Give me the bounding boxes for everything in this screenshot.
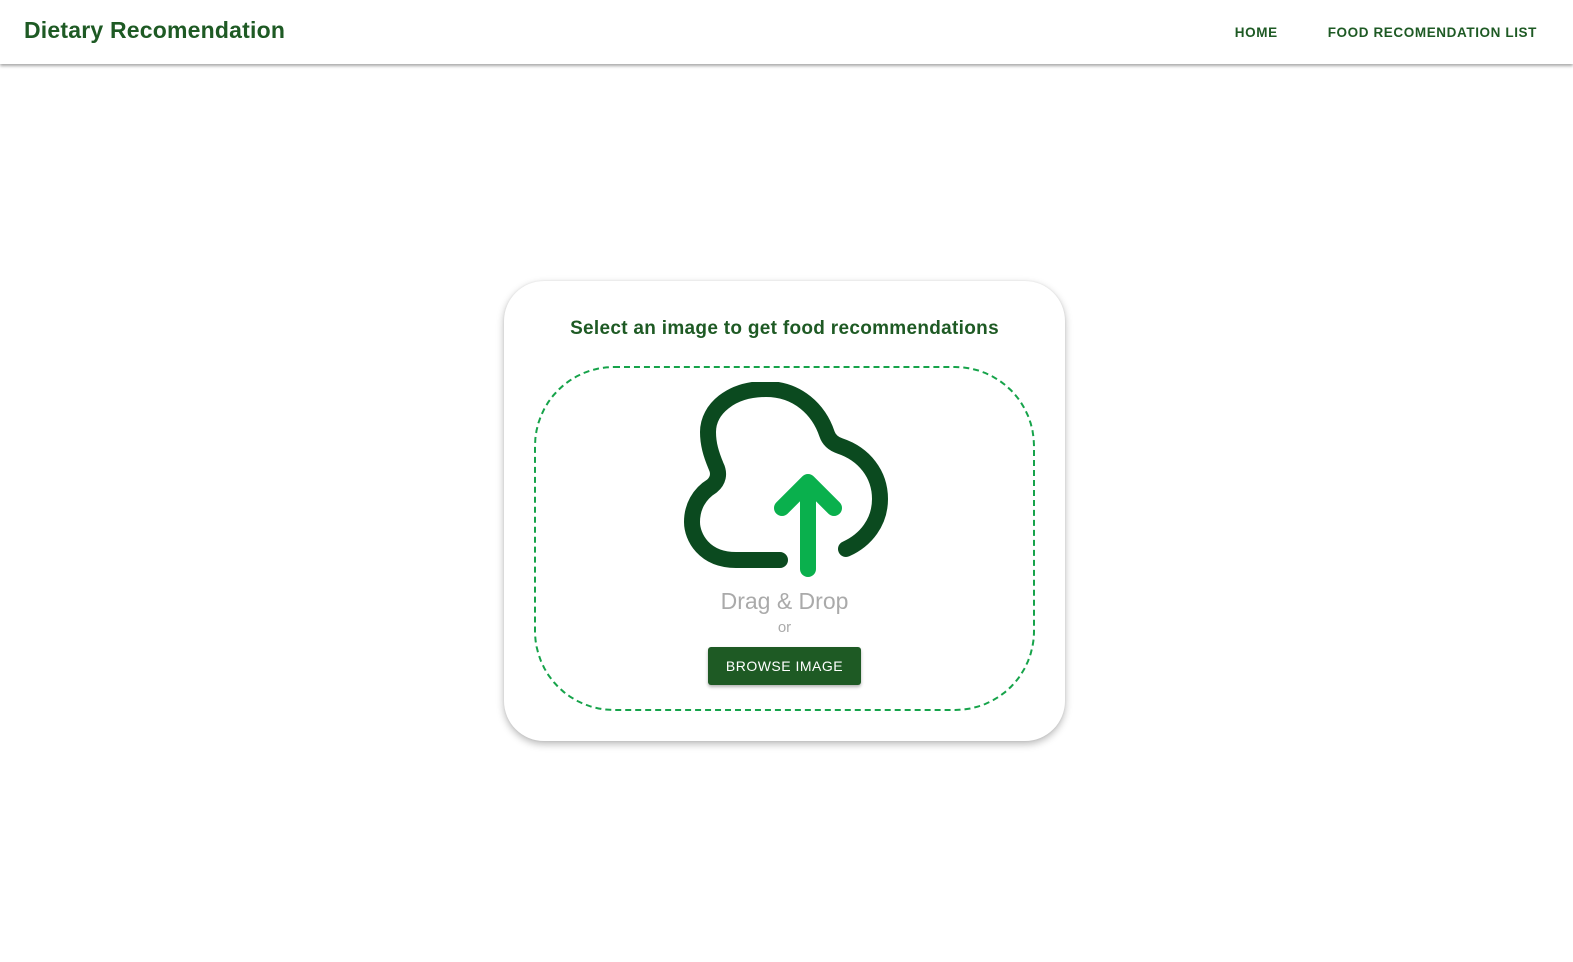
upload-card: Select an image to get food recommendati… [504,281,1065,741]
app-title: Dietary Recomendation [24,17,286,43]
browse-image-button[interactable]: BROWSE IMAGE [708,647,861,685]
nav-home-link[interactable]: HOME [1219,17,1294,48]
or-label: or [777,619,792,636]
image-dropzone[interactable]: Drag & Drop or BROWSE IMAGE [534,366,1035,711]
drag-drop-label: Drag & Drop [720,588,849,614]
cloud-upload-icon [684,382,888,577]
app-bar: Dietary Recomendation HOME FOOD RECOMEND… [0,0,1573,64]
upload-heading: Select an image to get food recommendati… [570,318,999,339]
top-nav: HOME FOOD RECOMENDATION LIST [1201,0,1553,64]
nav-food-list-link[interactable]: FOOD RECOMENDATION LIST [1312,17,1553,48]
